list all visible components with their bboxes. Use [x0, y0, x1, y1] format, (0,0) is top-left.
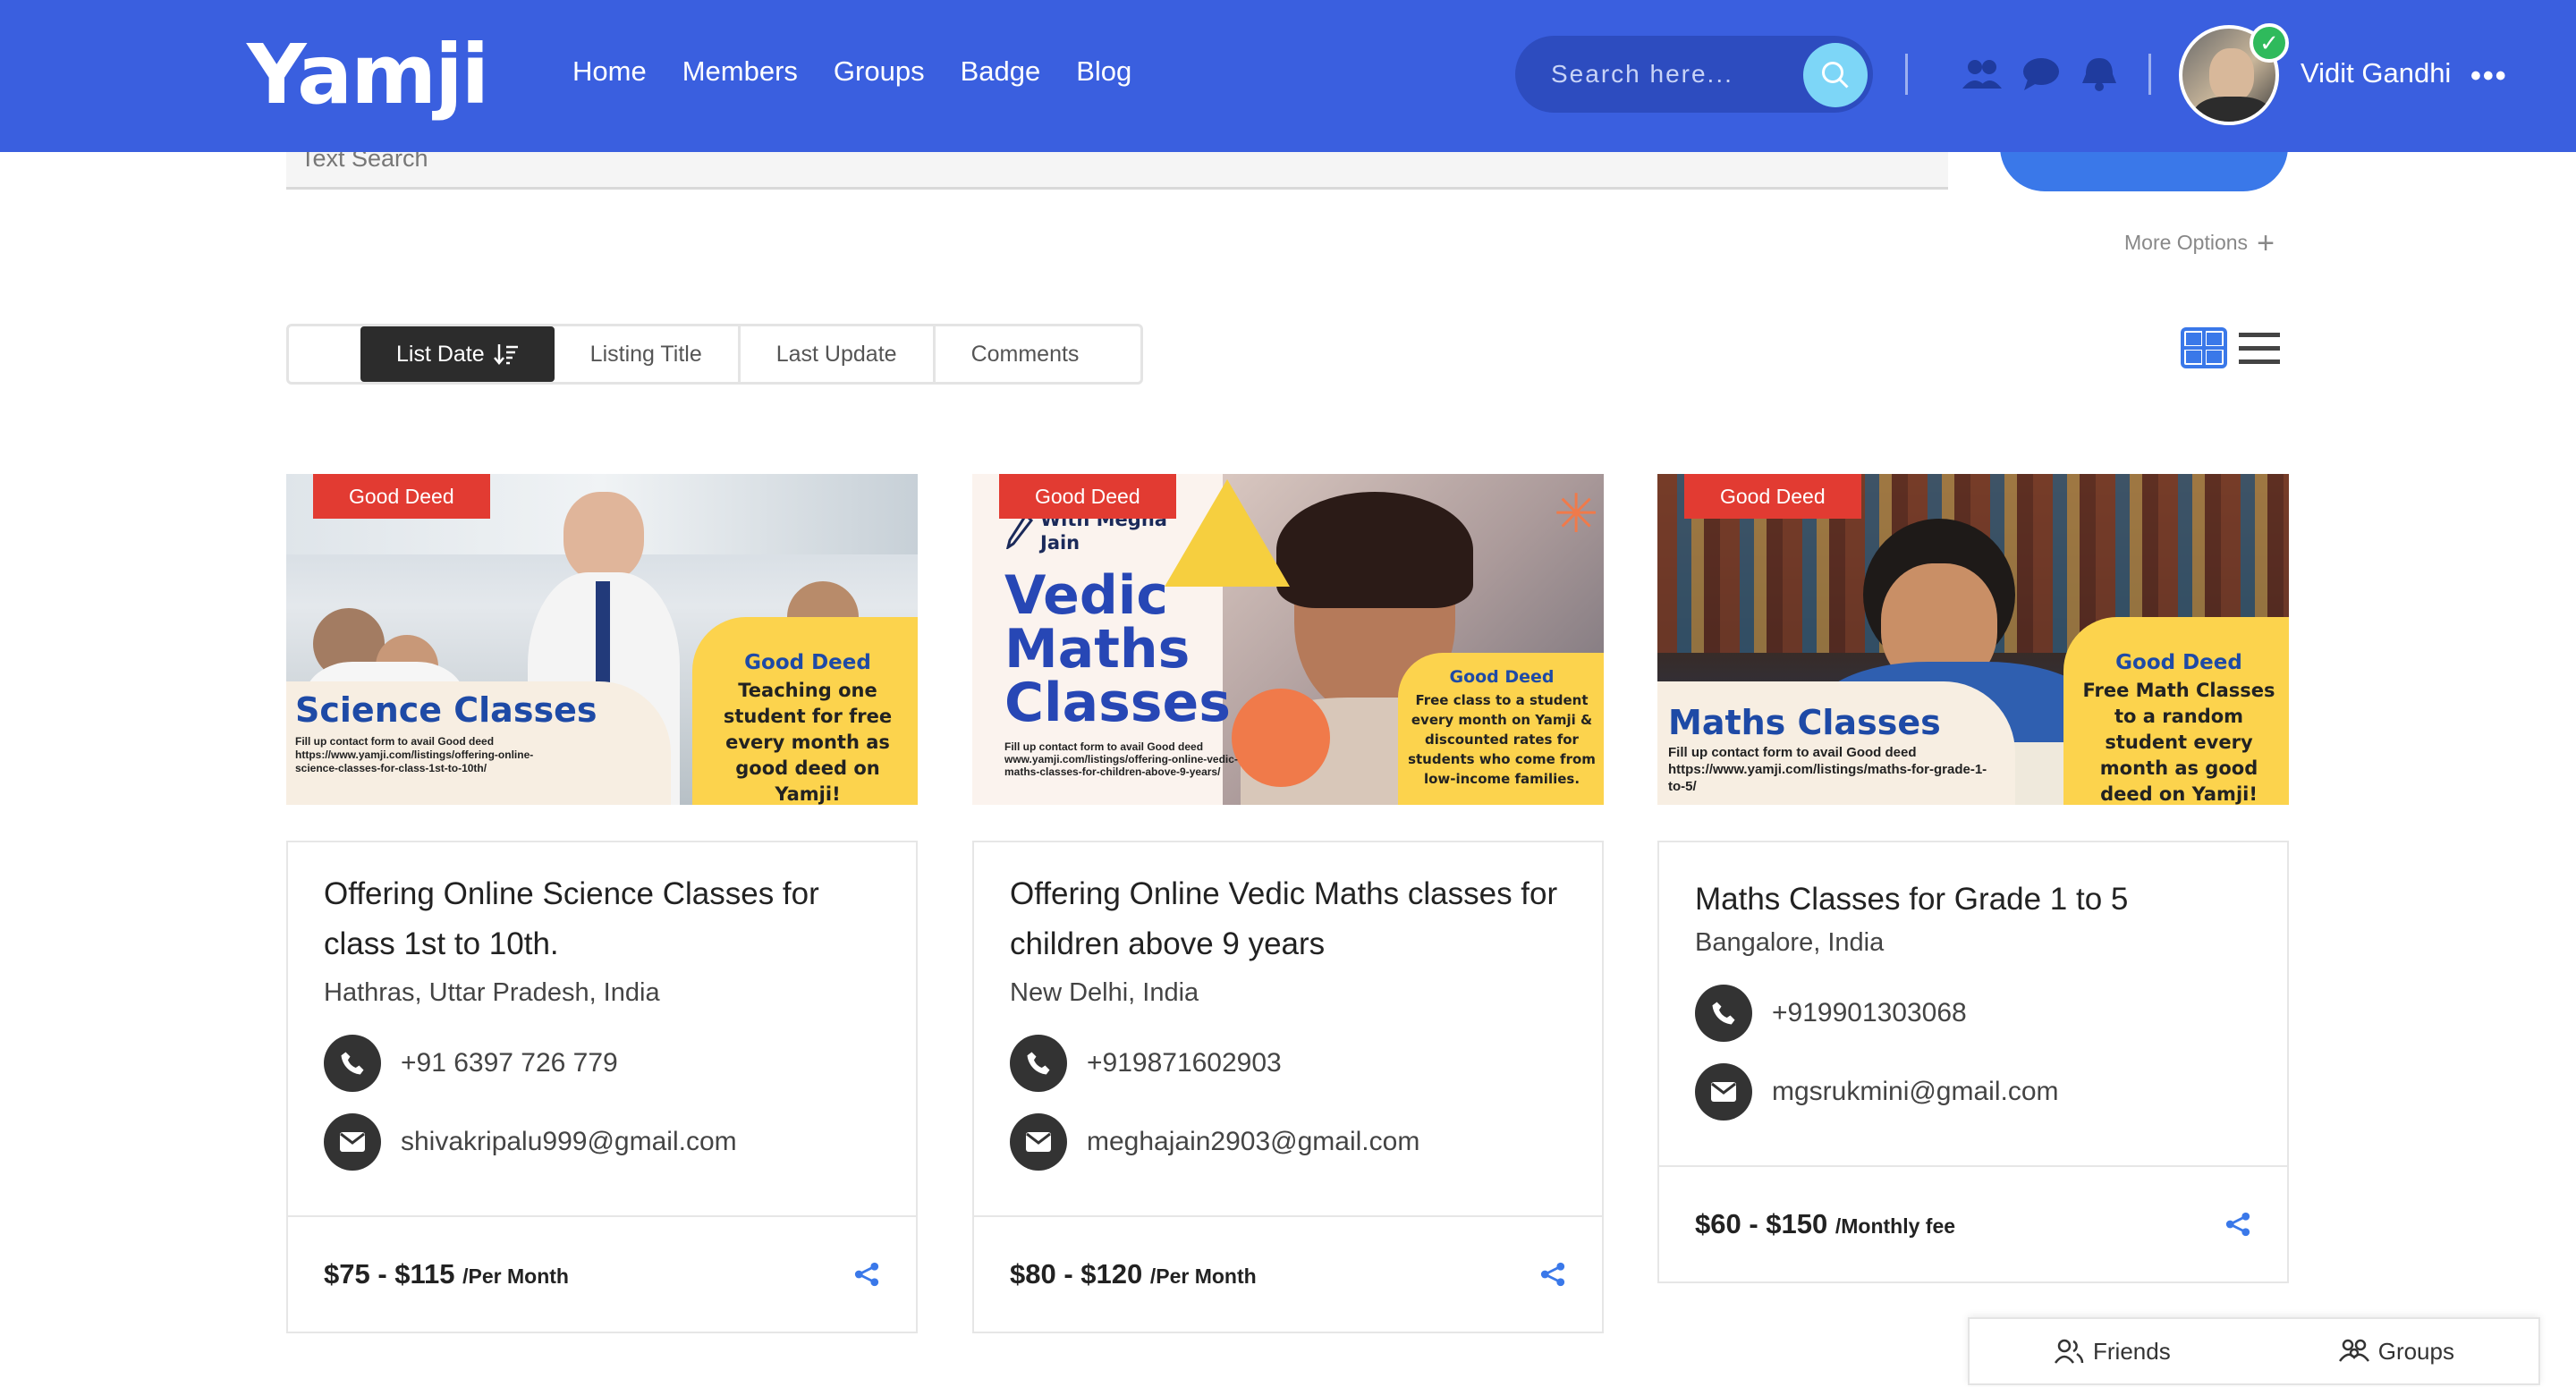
image-panel-text: Free class to a student every month on Y…	[1408, 692, 1596, 787]
grid-view-icon[interactable]	[2181, 327, 2227, 368]
image-panel-title: Good Deed	[2115, 651, 2242, 674]
dock-friends-label: Friends	[2093, 1337, 2171, 1365]
listing-title[interactable]: Maths Classes for Grade 1 to 5	[1695, 875, 2251, 925]
phone-icon	[1010, 1035, 1067, 1092]
listing-title[interactable]: Offering Online Science Classes for clas…	[324, 869, 880, 969]
listing-phone[interactable]: +919901303068	[1695, 985, 2251, 1042]
listing-price: $80 - $120 /Per Month	[1010, 1258, 1257, 1290]
sort-last-update[interactable]: Last Update	[737, 326, 933, 382]
sort-descending-icon	[493, 344, 518, 365]
listing-footer: $80 - $120 /Per Month	[972, 1217, 1604, 1333]
listing-title[interactable]: Offering Online Vedic Maths classes for …	[1010, 869, 1566, 969]
listing-location: Bangalore, India	[1695, 928, 1885, 957]
sort-listing-title[interactable]: Listing Title	[555, 326, 738, 382]
listing-price: $75 - $115 /Per Month	[324, 1258, 569, 1290]
users-icon	[1962, 60, 2002, 89]
header-divider	[2148, 54, 2151, 95]
listing-image[interactable]: Maths Classes Fill up contact form to av…	[1657, 474, 2289, 805]
messages-button[interactable]	[2021, 54, 2062, 95]
listing-location: Hathras, Uttar Pradesh, India	[324, 978, 660, 1007]
good-deed-badge: Good Deed	[999, 474, 1176, 519]
envelope-icon	[1695, 1063, 1752, 1121]
listing-card[interactable]: ✳ With Megha Jain Vedic Maths Classes Fi…	[972, 474, 1604, 1333]
image-panel-text: Teaching one student for free every mont…	[723, 680, 893, 805]
header-search-input[interactable]	[1551, 60, 1801, 89]
share-icon[interactable]	[1539, 1261, 1566, 1288]
listing-footer: $60 - $150 /Monthly fee	[1657, 1167, 2289, 1283]
friends-icon	[2054, 1339, 2084, 1364]
more-options-toggle[interactable]: More Options +	[2124, 225, 2275, 260]
dock-groups-tab[interactable]: Groups	[2338, 1337, 2454, 1366]
plus-icon: +	[2257, 225, 2275, 260]
header-search	[1515, 36, 1873, 113]
image-subtext: Fill up contact form to avail Good deed …	[1004, 740, 1238, 778]
image-subtext: Fill up contact form to avail Good deed …	[1668, 745, 1987, 794]
listing-phone[interactable]: +919871602903	[1010, 1035, 1566, 1092]
friends-requests-button[interactable]	[1962, 54, 2003, 95]
listing-body: Offering Online Vedic Maths classes for …	[972, 841, 1604, 1217]
image-headline: Maths Classes	[1668, 703, 1941, 742]
good-deed-badge: Good Deed	[313, 474, 490, 519]
sort-comments[interactable]: Comments	[932, 326, 1115, 382]
bell-icon	[2082, 58, 2116, 91]
sort-list-date-label: List Date	[396, 341, 485, 367]
sort-bar: List Date Listing Title Last Update Comm…	[286, 324, 1143, 385]
chat-dock: Friends Groups	[1968, 1317, 2540, 1385]
listing-email[interactable]: mgsrukmini@gmail.com	[1695, 1063, 2251, 1121]
good-deed-badge: Good Deed	[1684, 474, 1861, 519]
nav-groups[interactable]: Groups	[834, 55, 925, 88]
more-menu-icon[interactable]: •••	[2470, 59, 2508, 94]
envelope-icon	[324, 1113, 381, 1171]
share-icon[interactable]	[853, 1261, 880, 1288]
image-panel-text: Free Math Classes to a random student ev…	[2082, 680, 2275, 805]
image-panel-title: Good Deed	[744, 651, 871, 674]
listing-location: New Delhi, India	[1010, 978, 1199, 1007]
listing-card[interactable]: Maths Classes Fill up contact form to av…	[1657, 474, 2289, 1283]
listing-body: Offering Online Science Classes for clas…	[286, 841, 918, 1217]
listing-email[interactable]: meghajain2903@gmail.com	[1010, 1113, 1566, 1171]
phone-icon	[1695, 985, 1752, 1042]
listing-body: Maths Classes for Grade 1 to 5 Bangalore…	[1657, 841, 2289, 1167]
listing-email[interactable]: shivakripalu999@gmail.com	[324, 1113, 880, 1171]
listing-phone[interactable]: +91 6397 726 779	[324, 1035, 880, 1092]
search-button[interactable]	[1803, 43, 1868, 107]
dock-groups-label: Groups	[2377, 1337, 2454, 1365]
chat-icon	[2023, 58, 2059, 90]
user-name[interactable]: Vidit Gandhi	[2301, 57, 2451, 89]
listing-image[interactable]: ✳ With Megha Jain Vedic Maths Classes Fi…	[972, 474, 1604, 805]
header-divider	[1905, 54, 1908, 95]
envelope-icon	[1010, 1113, 1067, 1171]
dock-friends-tab[interactable]: Friends	[2054, 1338, 2171, 1366]
share-icon[interactable]	[2224, 1211, 2251, 1238]
pencil-icon	[1006, 513, 1033, 549]
groups-icon	[2338, 1339, 2369, 1362]
listing-footer: $75 - $115 /Per Month	[286, 1217, 918, 1333]
listing-image[interactable]: Science Classes Fill up contact form to …	[286, 474, 918, 805]
listing-price: $60 - $150 /Monthly fee	[1695, 1208, 1956, 1239]
image-headline: Science Classes	[295, 690, 597, 730]
nav-blog[interactable]: Blog	[1076, 55, 1131, 88]
phone-icon	[324, 1035, 381, 1092]
image-panel-title: Good Deed	[1449, 667, 1555, 687]
top-navbar: Yamji Home Members Groups Badge Blog ✓ V…	[0, 0, 2576, 152]
main-nav: Home Members Groups Badge Blog	[572, 55, 1131, 88]
nav-badge[interactable]: Badge	[961, 55, 1041, 88]
verified-check-icon: ✓	[2250, 23, 2289, 63]
listing-card[interactable]: Science Classes Fill up contact form to …	[286, 474, 918, 1333]
site-logo[interactable]: Yamji	[247, 27, 489, 123]
image-headline: Vedic Maths Classes	[1004, 564, 1231, 734]
list-view-icon[interactable]	[2239, 331, 2280, 367]
nav-members[interactable]: Members	[682, 55, 798, 88]
more-options-label: More Options	[2124, 231, 2249, 254]
image-subtext: Fill up contact form to avail Good deed …	[295, 735, 534, 774]
notifications-button[interactable]	[2079, 54, 2120, 95]
sort-list-date[interactable]: List Date	[360, 326, 555, 382]
search-icon	[1822, 62, 1849, 89]
nav-home[interactable]: Home	[572, 55, 647, 88]
